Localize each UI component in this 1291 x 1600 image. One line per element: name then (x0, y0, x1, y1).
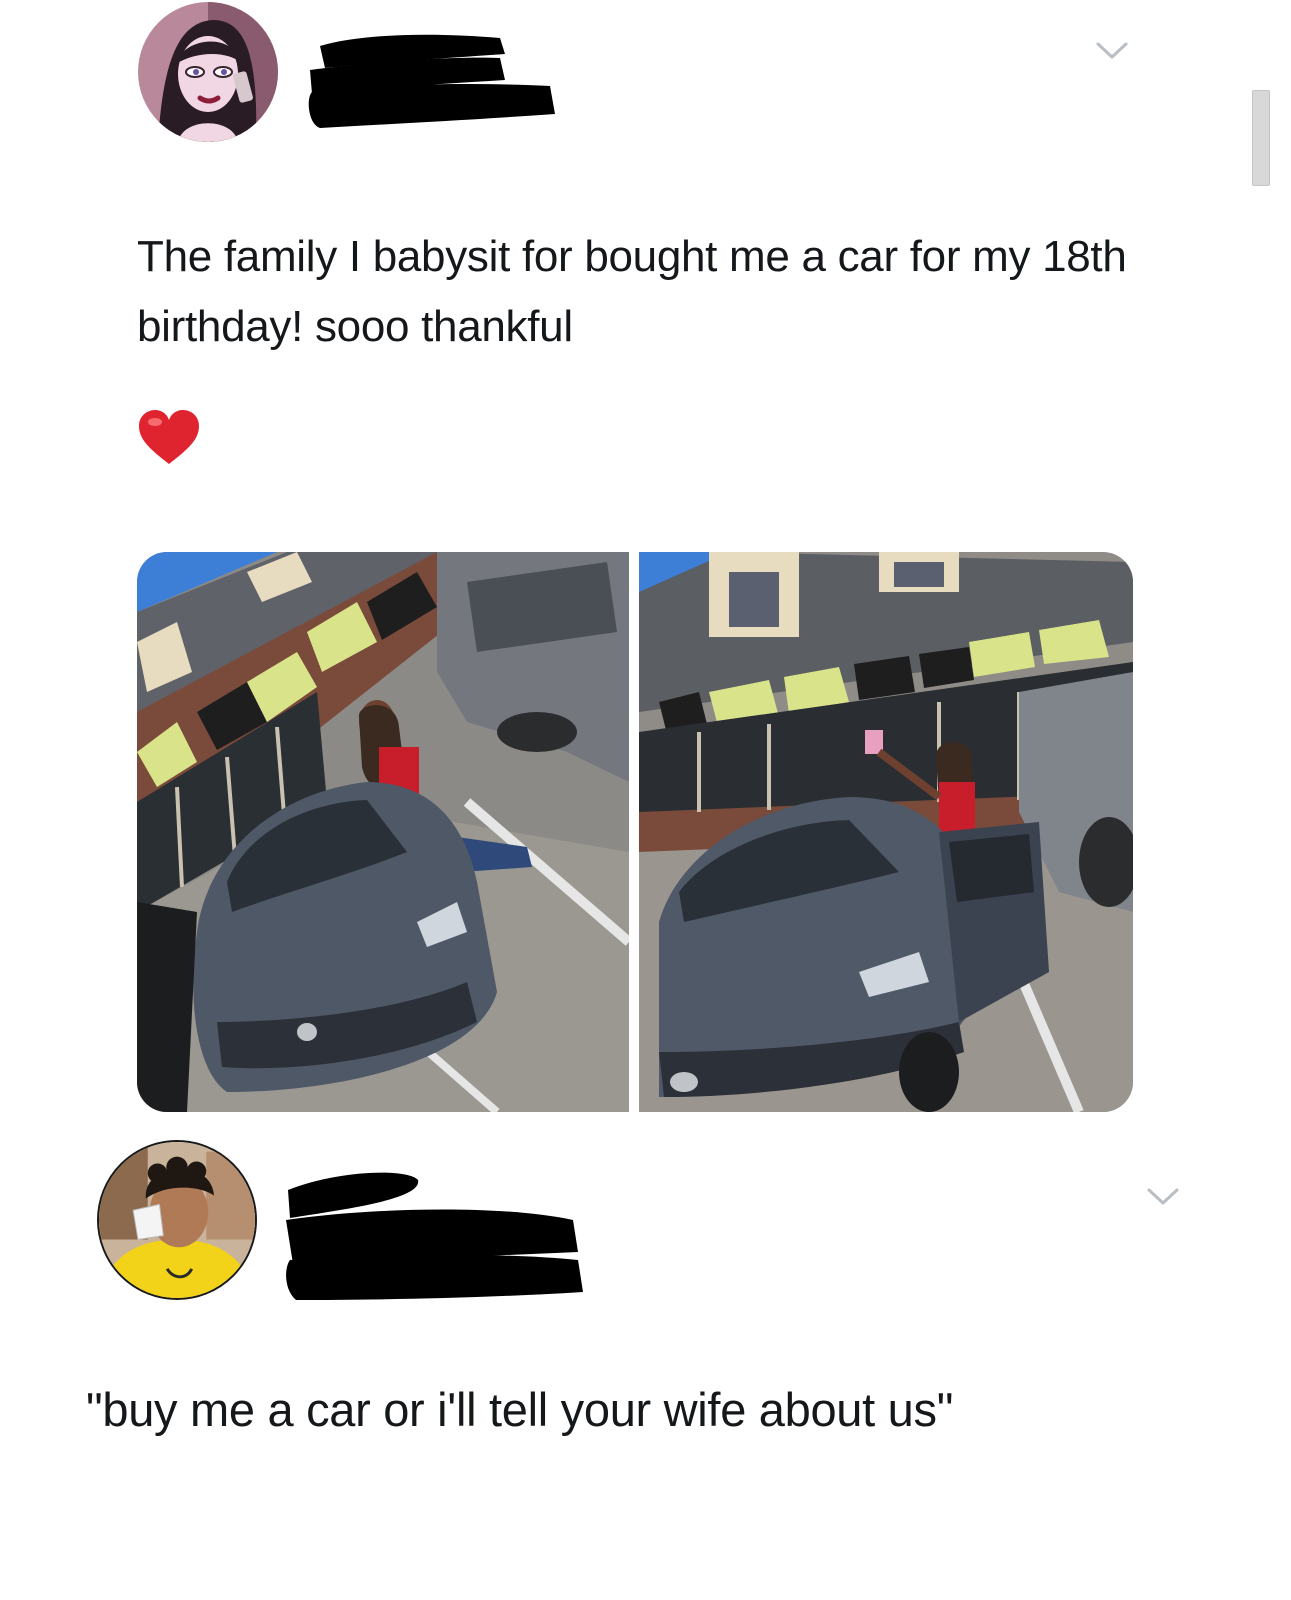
redacted-display-name (278, 1160, 588, 1305)
tweet-text: The family I babysit for bought me a car… (137, 232, 1127, 352)
chevron-down-icon[interactable] (1146, 1186, 1180, 1208)
scrollbar-thumb[interactable] (1252, 90, 1270, 186)
photo-2[interactable] (639, 552, 1133, 1112)
screenshot-page: The family I babysit for bought me a car… (0, 0, 1291, 1600)
car-photo-right (639, 552, 1133, 1112)
young-man-avatar-image (99, 1142, 255, 1298)
avatar[interactable] (138, 2, 278, 142)
car-photo-left (137, 552, 629, 1112)
tweet-media-grid (137, 552, 1133, 1112)
cartoon-woman-avatar-image (138, 2, 278, 142)
red-heart-icon (137, 408, 201, 466)
tweet-text: "buy me a car or i'll tell your wife abo… (86, 1383, 954, 1436)
avatar[interactable] (97, 1140, 257, 1300)
photo-1[interactable] (137, 552, 629, 1112)
redacted-display-name (300, 28, 562, 138)
chevron-down-icon[interactable] (1095, 40, 1129, 62)
